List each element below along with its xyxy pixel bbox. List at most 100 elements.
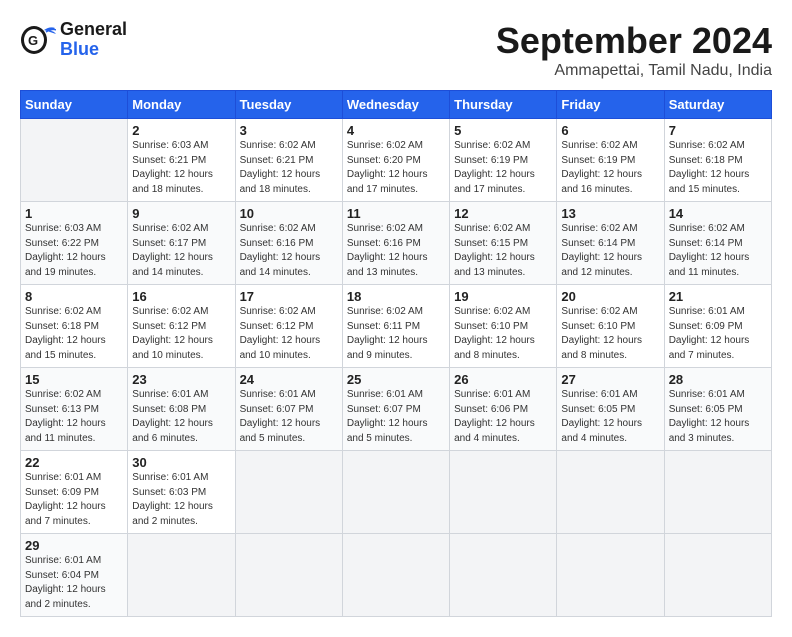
day-number: 18 <box>347 289 445 304</box>
day-info: Sunrise: 6:03 AM Sunset: 6:21 PM Dayligh… <box>132 139 230 197</box>
table-row: 29Sunrise: 6:01 AM Sunset: 6:04 PM Dayli… <box>21 534 128 617</box>
calendar-table: Sunday Monday Tuesday Wednesday Thursday… <box>20 90 772 617</box>
day-info: Sunrise: 6:01 AM Sunset: 6:09 PM Dayligh… <box>669 305 767 363</box>
header-thursday: Thursday <box>450 91 557 119</box>
table-row: 7Sunrise: 6:02 AM Sunset: 6:18 PM Daylig… <box>664 119 771 202</box>
day-number: 11 <box>347 206 445 221</box>
day-info: Sunrise: 6:01 AM Sunset: 6:07 PM Dayligh… <box>240 388 338 446</box>
day-info: Sunrise: 6:01 AM Sunset: 6:05 PM Dayligh… <box>669 388 767 446</box>
day-info: Sunrise: 6:02 AM Sunset: 6:14 PM Dayligh… <box>669 222 767 280</box>
day-number: 17 <box>240 289 338 304</box>
day-number: 9 <box>132 206 230 221</box>
table-row: 5Sunrise: 6:02 AM Sunset: 6:19 PM Daylig… <box>450 119 557 202</box>
day-number: 25 <box>347 372 445 387</box>
table-row: 18Sunrise: 6:02 AM Sunset: 6:11 PM Dayli… <box>342 285 449 368</box>
table-row: 28Sunrise: 6:01 AM Sunset: 6:05 PM Dayli… <box>664 368 771 451</box>
day-info: Sunrise: 6:02 AM Sunset: 6:19 PM Dayligh… <box>454 139 552 197</box>
day-number: 10 <box>240 206 338 221</box>
day-number: 19 <box>454 289 552 304</box>
table-row: 20Sunrise: 6:02 AM Sunset: 6:10 PM Dayli… <box>557 285 664 368</box>
logo: G General Blue <box>20 20 127 60</box>
header-friday: Friday <box>557 91 664 119</box>
day-number: 29 <box>25 538 123 553</box>
table-row: 25Sunrise: 6:01 AM Sunset: 6:07 PM Dayli… <box>342 368 449 451</box>
table-row: 14Sunrise: 6:02 AM Sunset: 6:14 PM Dayli… <box>664 202 771 285</box>
day-info: Sunrise: 6:01 AM Sunset: 6:09 PM Dayligh… <box>25 471 123 529</box>
day-number: 30 <box>132 455 230 470</box>
day-info: Sunrise: 6:02 AM Sunset: 6:10 PM Dayligh… <box>561 305 659 363</box>
day-info: Sunrise: 6:02 AM Sunset: 6:16 PM Dayligh… <box>347 222 445 280</box>
table-row: 17Sunrise: 6:02 AM Sunset: 6:12 PM Dayli… <box>235 285 342 368</box>
day-info: Sunrise: 6:02 AM Sunset: 6:13 PM Dayligh… <box>25 388 123 446</box>
table-row <box>342 451 449 534</box>
header-tuesday: Tuesday <box>235 91 342 119</box>
header-monday: Monday <box>128 91 235 119</box>
day-number: 4 <box>347 123 445 138</box>
table-row: 30Sunrise: 6:01 AM Sunset: 6:03 PM Dayli… <box>128 451 235 534</box>
table-row: 22Sunrise: 6:01 AM Sunset: 6:09 PM Dayli… <box>21 451 128 534</box>
table-row: 15Sunrise: 6:02 AM Sunset: 6:13 PM Dayli… <box>21 368 128 451</box>
day-info: Sunrise: 6:02 AM Sunset: 6:12 PM Dayligh… <box>240 305 338 363</box>
day-info: Sunrise: 6:01 AM Sunset: 6:05 PM Dayligh… <box>561 388 659 446</box>
header-saturday: Saturday <box>664 91 771 119</box>
calendar-row: 29Sunrise: 6:01 AM Sunset: 6:04 PM Dayli… <box>21 534 772 617</box>
table-row: 23Sunrise: 6:01 AM Sunset: 6:08 PM Dayli… <box>128 368 235 451</box>
table-row: 27Sunrise: 6:01 AM Sunset: 6:05 PM Dayli… <box>557 368 664 451</box>
day-number: 20 <box>561 289 659 304</box>
header-wednesday: Wednesday <box>342 91 449 119</box>
table-row <box>557 451 664 534</box>
table-row <box>664 451 771 534</box>
day-info: Sunrise: 6:02 AM Sunset: 6:16 PM Dayligh… <box>240 222 338 280</box>
day-number: 12 <box>454 206 552 221</box>
table-row <box>128 534 235 617</box>
day-number: 21 <box>669 289 767 304</box>
day-number: 1 <box>25 206 123 221</box>
day-number: 27 <box>561 372 659 387</box>
day-info: Sunrise: 6:01 AM Sunset: 6:06 PM Dayligh… <box>454 388 552 446</box>
table-row: 8Sunrise: 6:02 AM Sunset: 6:18 PM Daylig… <box>21 285 128 368</box>
day-number: 8 <box>25 289 123 304</box>
table-row: 9Sunrise: 6:02 AM Sunset: 6:17 PM Daylig… <box>128 202 235 285</box>
day-info: Sunrise: 6:01 AM Sunset: 6:08 PM Dayligh… <box>132 388 230 446</box>
table-row: 16Sunrise: 6:02 AM Sunset: 6:12 PM Dayli… <box>128 285 235 368</box>
day-info: Sunrise: 6:02 AM Sunset: 6:18 PM Dayligh… <box>25 305 123 363</box>
day-info: Sunrise: 6:02 AM Sunset: 6:17 PM Dayligh… <box>132 222 230 280</box>
day-info: Sunrise: 6:02 AM Sunset: 6:18 PM Dayligh… <box>669 139 767 197</box>
calendar-row: 8Sunrise: 6:02 AM Sunset: 6:18 PM Daylig… <box>21 285 772 368</box>
table-row: 19Sunrise: 6:02 AM Sunset: 6:10 PM Dayli… <box>450 285 557 368</box>
table-row: 10Sunrise: 6:02 AM Sunset: 6:16 PM Dayli… <box>235 202 342 285</box>
table-row: 24Sunrise: 6:01 AM Sunset: 6:07 PM Dayli… <box>235 368 342 451</box>
day-info: Sunrise: 6:02 AM Sunset: 6:20 PM Dayligh… <box>347 139 445 197</box>
day-info: Sunrise: 6:01 AM Sunset: 6:04 PM Dayligh… <box>25 554 123 612</box>
day-number: 26 <box>454 372 552 387</box>
day-info: Sunrise: 6:02 AM Sunset: 6:12 PM Dayligh… <box>132 305 230 363</box>
day-number: 7 <box>669 123 767 138</box>
table-row: 13Sunrise: 6:02 AM Sunset: 6:14 PM Dayli… <box>557 202 664 285</box>
day-number: 2 <box>132 123 230 138</box>
day-number: 14 <box>669 206 767 221</box>
day-info: Sunrise: 6:02 AM Sunset: 6:21 PM Dayligh… <box>240 139 338 197</box>
table-row: 4Sunrise: 6:02 AM Sunset: 6:20 PM Daylig… <box>342 119 449 202</box>
table-row <box>450 451 557 534</box>
table-row <box>21 119 128 202</box>
location-title: Ammapettai, Tamil Nadu, India <box>496 62 772 80</box>
logo-blue: Blue <box>60 40 127 60</box>
day-number: 28 <box>669 372 767 387</box>
day-info: Sunrise: 6:01 AM Sunset: 6:07 PM Dayligh… <box>347 388 445 446</box>
table-row: 1Sunrise: 6:03 AM Sunset: 6:22 PM Daylig… <box>21 202 128 285</box>
day-info: Sunrise: 6:02 AM Sunset: 6:19 PM Dayligh… <box>561 139 659 197</box>
day-info: Sunrise: 6:01 AM Sunset: 6:03 PM Dayligh… <box>132 471 230 529</box>
table-row: 2Sunrise: 6:03 AM Sunset: 6:21 PM Daylig… <box>128 119 235 202</box>
table-row <box>342 534 449 617</box>
day-number: 16 <box>132 289 230 304</box>
day-info: Sunrise: 6:02 AM Sunset: 6:11 PM Dayligh… <box>347 305 445 363</box>
table-row: 21Sunrise: 6:01 AM Sunset: 6:09 PM Dayli… <box>664 285 771 368</box>
calendar-row: 2Sunrise: 6:03 AM Sunset: 6:21 PM Daylig… <box>21 119 772 202</box>
day-number: 13 <box>561 206 659 221</box>
calendar-row: 1Sunrise: 6:03 AM Sunset: 6:22 PM Daylig… <box>21 202 772 285</box>
calendar-row: 15Sunrise: 6:02 AM Sunset: 6:13 PM Dayli… <box>21 368 772 451</box>
day-info: Sunrise: 6:03 AM Sunset: 6:22 PM Dayligh… <box>25 222 123 280</box>
logo-icon: G <box>20 22 56 58</box>
day-number: 15 <box>25 372 123 387</box>
day-info: Sunrise: 6:02 AM Sunset: 6:15 PM Dayligh… <box>454 222 552 280</box>
